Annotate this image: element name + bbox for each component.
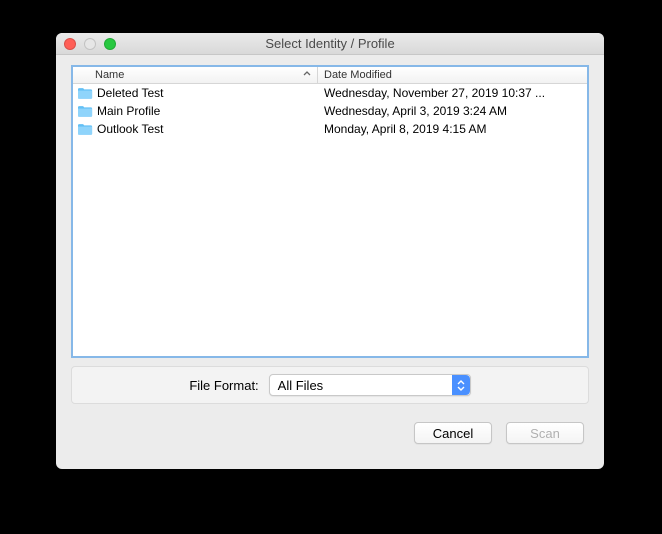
name-cell: Main Profile <box>73 104 318 118</box>
traffic-lights <box>64 38 116 50</box>
sort-ascending-icon <box>303 70 311 80</box>
file-name: Outlook Test <box>97 122 163 136</box>
column-headers: Name Date Modified <box>73 67 587 84</box>
cancel-button-label: Cancel <box>433 426 473 441</box>
close-icon[interactable] <box>64 38 76 50</box>
table-row[interactable]: Main Profile Wednesday, April 3, 2019 3:… <box>73 102 587 120</box>
name-cell: Outlook Test <box>73 122 318 136</box>
file-list[interactable]: Deleted Test Wednesday, November 27, 201… <box>73 84 587 356</box>
select-arrows-icon <box>452 375 470 395</box>
file-format-select[interactable]: All Files <box>269 374 471 396</box>
cancel-button[interactable]: Cancel <box>414 422 492 444</box>
folder-icon <box>77 87 93 100</box>
table-row[interactable]: Deleted Test Wednesday, November 27, 201… <box>73 84 587 102</box>
format-bar: File Format: All Files <box>71 366 589 404</box>
file-name: Main Profile <box>97 104 160 118</box>
column-header-name[interactable]: Name <box>73 67 318 83</box>
window-title: Select Identity / Profile <box>56 36 604 51</box>
scan-button-label: Scan <box>530 426 560 441</box>
file-name: Deleted Test <box>97 86 164 100</box>
scan-button: Scan <box>506 422 584 444</box>
folder-icon <box>77 105 93 118</box>
folder-icon <box>77 123 93 136</box>
table-row[interactable]: Outlook Test Monday, April 8, 2019 4:15 … <box>73 120 587 138</box>
dialog-window: Select Identity / Profile Name Date Modi… <box>56 33 604 469</box>
column-header-name-label: Name <box>95 69 124 81</box>
file-format-label: File Format: <box>189 378 258 393</box>
button-bar: Cancel Scan <box>56 422 584 444</box>
maximize-icon[interactable] <box>104 38 116 50</box>
file-date: Wednesday, November 27, 2019 10:37 ... <box>318 86 587 100</box>
minimize-icon <box>84 38 96 50</box>
titlebar: Select Identity / Profile <box>56 33 604 55</box>
column-header-date-label: Date Modified <box>324 69 392 81</box>
column-header-date[interactable]: Date Modified <box>318 67 587 83</box>
file-date: Wednesday, April 3, 2019 3:24 AM <box>318 104 587 118</box>
file-format-selected: All Files <box>278 378 324 393</box>
name-cell: Deleted Test <box>73 86 318 100</box>
file-browser: Name Date Modified Deleted Test Wednesda… <box>71 65 589 358</box>
file-date: Monday, April 8, 2019 4:15 AM <box>318 122 587 136</box>
